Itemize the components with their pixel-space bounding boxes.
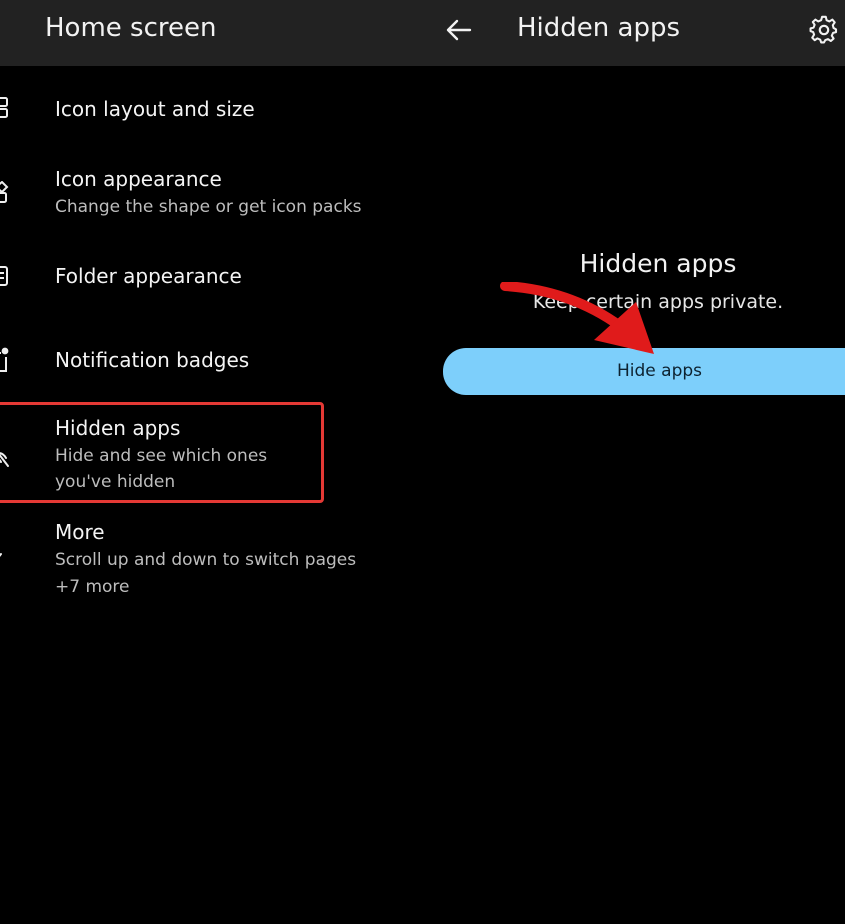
menu-item-title: Icon appearance xyxy=(55,167,222,191)
menu-item-subtitle: Scroll up and down to switch pages xyxy=(55,550,357,570)
top-bar: Home screen Hidden apps xyxy=(0,0,845,66)
menu-item-title: Folder appearance xyxy=(55,264,242,288)
menu-item-subtitle: Change the shape or get icon packs xyxy=(55,197,362,217)
menu-item-icon-appearance[interactable]: Icon appearance Change the shape or get … xyxy=(0,165,420,225)
hidden-apps-title: Hidden apps xyxy=(517,13,681,43)
shapes-icon xyxy=(0,180,12,203)
menu-item-title: More xyxy=(55,520,105,544)
menu-item-more[interactable]: More Scroll up and down to switch pages … xyxy=(0,516,420,602)
menu-item-more-count: +7 more xyxy=(55,577,130,597)
menu-item-notification-badges[interactable]: Notification badges xyxy=(0,343,420,383)
badge-icon xyxy=(0,347,12,372)
menu-item-title: Notification badges xyxy=(55,348,250,372)
gear-icon[interactable] xyxy=(809,15,839,45)
empty-state-title: Hidden apps xyxy=(579,249,737,278)
folder-grid-icon xyxy=(0,265,12,287)
menu-item-icon-layout[interactable]: Icon layout and size xyxy=(0,90,420,130)
page-title: Home screen xyxy=(45,13,217,43)
grid-icon xyxy=(0,96,12,118)
back-arrow-icon[interactable] xyxy=(444,15,474,45)
highlight-box xyxy=(0,402,324,503)
menu-item-folder-appearance[interactable]: Folder appearance xyxy=(0,260,420,300)
more-icon xyxy=(0,548,12,570)
menu-item-title: Icon layout and size xyxy=(55,97,255,121)
annotation-arrow xyxy=(500,282,654,354)
